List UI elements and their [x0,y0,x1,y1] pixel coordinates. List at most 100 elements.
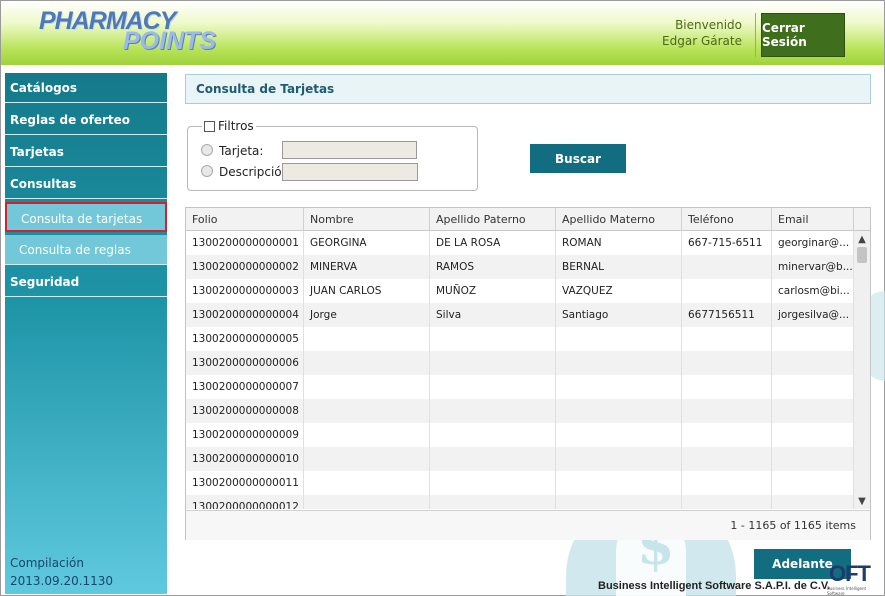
table-cell [430,375,556,399]
table-cell [682,471,772,495]
filters-label: Filtros [218,119,254,133]
table-cell: BERNAL [556,255,682,279]
table-cell [682,399,772,423]
table-cell [430,399,556,423]
table-cell: 1300200000000002 [186,255,304,279]
logout-button[interactable]: Cerrar Sesión [761,13,845,57]
description-input[interactable] [282,163,418,181]
table-cell: 1300200000000009 [186,423,304,447]
table-cell [304,423,430,447]
table-cell: 1300200000000001 [186,231,304,255]
table-cell [556,423,682,447]
table-cell: JUAN CARLOS [304,279,430,303]
table-cell: 1300200000000004 [186,303,304,327]
table-cell [682,447,772,471]
table-row[interactable]: 1300200000000004 Jorge Silva Santiago 667715… [186,303,854,327]
table-row[interactable]: 1300200000000003 JUAN CARLOS MUÑOZ VAZQUEZ c… [186,279,854,303]
table-row[interactable]: 1300200000000009 [186,423,854,447]
table-cell: VAZQUEZ [556,279,682,303]
table-cell: 1300200000000003 [186,279,304,303]
filters-legend: Filtros [202,119,256,133]
sidebar-item-catalogos[interactable]: Catálogos [5,73,167,103]
column-header[interactable]: Teléfono [682,208,772,231]
search-button[interactable]: Buscar [530,144,626,173]
sidebar-item-reglas-de-oferteo[interactable]: Reglas de oferteo [5,105,167,135]
column-header[interactable]: Nombre [304,208,430,231]
table-cell [556,495,682,509]
table-row[interactable]: 1300200000000001 GEORGINA DE LA ROSA ROMAN 6… [186,231,854,255]
column-header[interactable]: Apellido Materno [556,208,682,231]
card-radio[interactable] [201,144,213,156]
card-input[interactable] [282,141,417,159]
table-cell: georginar@... [772,231,854,255]
sidebar: Catálogos Reglas de oferteo Tarjetas Con… [5,73,167,594]
table-cell [304,327,430,351]
table-row[interactable]: 1300200000000002 MINERVA RAMOS BERNAL minerv… [186,255,854,279]
table-cell [556,327,682,351]
welcome-greeting: Bienvenido [675,18,742,32]
table-row[interactable]: 1300200000000007 [186,375,854,399]
table-row[interactable]: 1300200000000005 [186,327,854,351]
column-header[interactable]: Folio [186,208,304,231]
table-cell [682,279,772,303]
table-cell [430,351,556,375]
table-cell [682,327,772,351]
table-cell [430,327,556,351]
table-cell [772,495,854,509]
table-cell: carlosm@bi... [772,279,854,303]
table-cell [430,471,556,495]
company-logo: OFT [829,561,871,586]
sidebar-subitem-consulta-de-reglas[interactable]: Consulta de reglas [5,235,167,265]
table-cell [556,375,682,399]
grid-scrollbar[interactable]: ▲ ▼ [854,231,870,509]
table-cell: DE LA ROSA [430,231,556,255]
build-info: Compilación 2013.09.20.1130 [10,554,113,590]
table-cell [682,351,772,375]
grid-body: 1300200000000001 GEORGINA DE LA ROSA ROMAN 6… [186,231,854,509]
scroll-down-icon[interactable]: ▼ [854,495,870,509]
sidebar-item-consultas[interactable]: Consultas [5,169,167,199]
table-cell: 6677156511 [682,303,772,327]
table-row[interactable]: 1300200000000012 [186,495,854,509]
pharmacy-points-logo: PHARMACY POINTS [39,9,216,54]
table-cell [304,495,430,509]
table-row[interactable]: 1300200000000008 [186,399,854,423]
table-cell [772,399,854,423]
table-cell: Silva [430,303,556,327]
table-row[interactable]: 1300200000000011 [186,471,854,495]
description-radio[interactable] [201,165,213,177]
sidebar-item-tarjetas[interactable]: Tarjetas [5,137,167,167]
sidebar-item-seguridad[interactable]: Seguridad [5,267,167,297]
table-cell: 1300200000000012 [186,495,304,509]
table-row[interactable]: 1300200000000010 [186,447,854,471]
table-cell [304,351,430,375]
header-divider [755,13,756,57]
build-version: 2013.09.20.1130 [10,574,114,588]
table-cell: Santiago [556,303,682,327]
table-row[interactable]: 1300200000000006 [186,351,854,375]
table-cell: GEORGINA [304,231,430,255]
grid-footer: 1 - 1165 of 1165 items [186,510,870,540]
table-cell [772,351,854,375]
table-cell [772,375,854,399]
grid-header: Folio Nombre Apellido Paterno Apellido Mate… [186,208,870,231]
table-cell [682,423,772,447]
scroll-up-icon[interactable]: ▲ [854,233,870,247]
company-logo-subtitle: Business Intelligent Software [827,586,867,596]
card-label: Tarjeta: [219,144,264,158]
table-cell: MUÑOZ [430,279,556,303]
table-cell: ROMAN [556,231,682,255]
filters-checkbox[interactable] [204,120,215,132]
table-cell [772,423,854,447]
sidebar-subitem-consulta-de-tarjetas[interactable]: Consulta de tarjetas [5,202,167,232]
cards-grid: Folio Nombre Apellido Paterno Apellido Mate… [185,207,871,540]
table-cell: 1300200000000011 [186,471,304,495]
company-name: Business Intelligent Software S.A.P.I. d… [598,580,831,592]
table-cell: Jorge [304,303,430,327]
column-header[interactable]: Apellido Paterno [430,208,556,231]
scroll-thumb[interactable] [857,247,867,263]
table-cell [556,399,682,423]
table-cell [556,447,682,471]
table-cell [682,255,772,279]
column-header[interactable]: Email [772,208,854,231]
